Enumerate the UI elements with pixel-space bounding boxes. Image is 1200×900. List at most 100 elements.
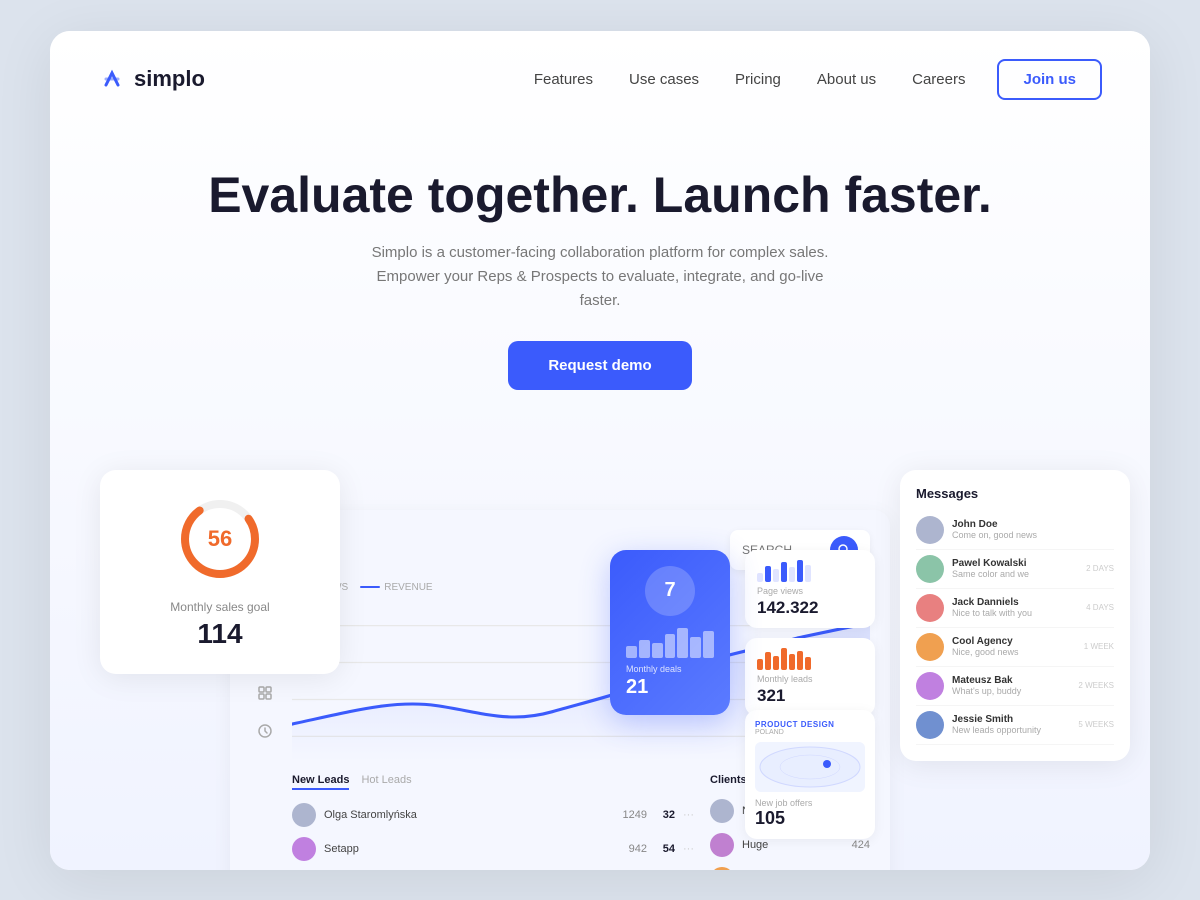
msg-item-5: Mateusz Bak What's up, buddy 2 WEEKS (916, 667, 1114, 706)
msg-time-6: 5 WEEKS (1078, 720, 1114, 729)
msg-text-1: Come on, good news (952, 530, 1106, 540)
map-dot (823, 760, 831, 768)
nav-pricing[interactable]: Pricing (735, 71, 781, 88)
msg-info-4: Cool Agency Nice, good news (952, 636, 1076, 657)
map-label: PRODUCT DESIGN (755, 720, 865, 729)
deal-bar-3 (652, 643, 663, 658)
nav-use-cases[interactable]: Use cases (629, 71, 699, 88)
lead-count-2: 54 (655, 843, 675, 855)
gauge-value: 56 (208, 526, 232, 552)
msg-avatar-4 (916, 633, 944, 661)
lead-row-3: Brandbe 232 11 ··· (292, 866, 694, 870)
msg-name-5: Mateusz Bak (952, 675, 1070, 686)
deal-bar-5 (677, 628, 688, 658)
deal-bar-4 (665, 634, 676, 658)
msg-item-4: Cool Agency Nice, good news 1 WEEK (916, 628, 1114, 667)
msg-info-3: Jack Danniels Nice to talk with you (952, 597, 1078, 618)
msg-time-5: 2 WEEKS (1078, 681, 1114, 690)
lead-row-2: Setapp 942 54 ··· (292, 832, 694, 866)
msg-avatar-3 (916, 594, 944, 622)
msg-time-2: 2 DAYS (1086, 564, 1114, 573)
deals-circle: 7 (645, 566, 695, 616)
lead-more-1[interactable]: ··· (683, 809, 694, 821)
msg-avatar-2 (916, 555, 944, 583)
page-views-card: Page views 142.322 (745, 550, 875, 628)
messages-widget: Messages John Doe Come on, good news Paw… (900, 470, 1130, 761)
msg-avatar-1 (916, 516, 944, 544)
msg-text-2: Same color and we (952, 569, 1078, 579)
msg-info-2: Pawel Kowalski Same color and we (952, 558, 1078, 579)
deal-bar-7 (703, 631, 714, 658)
lead-name-2: Setapp (324, 843, 609, 855)
deals-bars (626, 628, 714, 658)
tab-new-leads[interactable]: New Leads (292, 774, 349, 790)
deal-bar-2 (639, 640, 650, 658)
msg-name-1: John Doe (952, 519, 1106, 530)
sidebar-icon-3[interactable] (250, 678, 280, 708)
client-num-2: 424 (852, 839, 870, 851)
monthly-leads-card: Monthly leads 321 (745, 638, 875, 716)
new-leads-widget: New Leads Hot Leads Olga Staromlyńska 12… (292, 774, 694, 870)
hero-title: Evaluate together. Launch faster. (98, 168, 1102, 223)
sales-label: Monthly sales goal (124, 600, 316, 614)
lead-avatar-1 (292, 803, 316, 827)
navbar: simplo Features Use cases Pricing About … (50, 31, 1150, 128)
deal-bar-6 (690, 637, 701, 658)
msg-name-2: Pawel Kowalski (952, 558, 1078, 569)
deal-bar-1 (626, 646, 637, 658)
sales-value: 114 (124, 618, 316, 650)
page-views-label: Page views (757, 586, 863, 596)
msg-item-3: Jack Danniels Nice to talk with you 4 DA… (916, 589, 1114, 628)
msg-item-2: Pawel Kowalski Same color and we 2 DAYS (916, 550, 1114, 589)
lead-more-2[interactable]: ··· (683, 843, 694, 855)
map-stat-label: New job offers (755, 798, 865, 808)
demo-button[interactable]: Request demo (508, 341, 691, 390)
page-views-value: 142.322 (757, 598, 863, 618)
msg-name-3: Jack Danniels (952, 597, 1078, 608)
map-widget: PRODUCT DESIGN POLAND New job offers 105 (745, 710, 875, 839)
map-stat-value: 105 (755, 808, 865, 829)
lead-avatar-2 (292, 837, 316, 861)
leads-tabs: New Leads Hot Leads (292, 774, 694, 790)
msg-text-4: Nice, good news (952, 647, 1076, 657)
lead-count-1: 32 (655, 809, 675, 821)
client-row-3: Hello Mon... 221 (710, 862, 870, 870)
msg-avatar-5 (916, 672, 944, 700)
sidebar-icon-4[interactable] (250, 716, 280, 746)
hero-subtitle: Simplo is a customer-facing collaboratio… (360, 241, 840, 313)
nav-features[interactable]: Features (534, 71, 593, 88)
client-avatar-1 (710, 799, 734, 823)
msg-info-5: Mateusz Bak What's up, buddy (952, 675, 1070, 696)
map-placeholder (755, 742, 865, 792)
monthly-leads-bars (757, 648, 863, 670)
msg-text-6: New leads opportunity (952, 725, 1070, 735)
join-button[interactable]: Join us (997, 59, 1102, 100)
legend-revenue: REVENUE (360, 582, 432, 593)
gauge: 56 (175, 494, 265, 584)
dashboard-preview: 56 Monthly sales goal 114 board (50, 450, 1150, 870)
page-views-bars (757, 560, 863, 582)
deals-widget: 7 Monthly deals 21 (610, 550, 730, 715)
lead-name-1: Olga Staromlyńska (324, 809, 609, 821)
deals-value: 21 (626, 676, 714, 699)
tab-hot-leads[interactable]: Hot Leads (361, 774, 411, 790)
msg-text-3: Nice to talk with you (952, 608, 1078, 618)
map-sublabel: POLAND (755, 729, 865, 736)
hero-section: Evaluate together. Launch faster. Simplo… (50, 128, 1150, 450)
msg-time-4: 1 WEEK (1084, 642, 1114, 651)
deals-label: Monthly deals (626, 664, 714, 674)
logo[interactable]: simplo (98, 65, 205, 93)
msg-avatar-6 (916, 711, 944, 739)
monthly-sales-widget: 56 Monthly sales goal 114 (100, 470, 340, 674)
stats-column: Page views 142.322 Monthly leads 321 (745, 550, 875, 716)
brand-name: simplo (134, 66, 205, 92)
nav-about[interactable]: About us (817, 71, 876, 88)
lead-num-1: 1249 (617, 809, 647, 821)
monthly-leads-label: Monthly leads (757, 674, 863, 684)
monthly-leads-value: 321 (757, 686, 863, 706)
msg-name-4: Cool Agency (952, 636, 1076, 647)
msg-text-5: What's up, buddy (952, 686, 1070, 696)
lead-num-2: 942 (617, 843, 647, 855)
map-svg (755, 742, 865, 792)
nav-careers[interactable]: Careers (912, 71, 965, 88)
